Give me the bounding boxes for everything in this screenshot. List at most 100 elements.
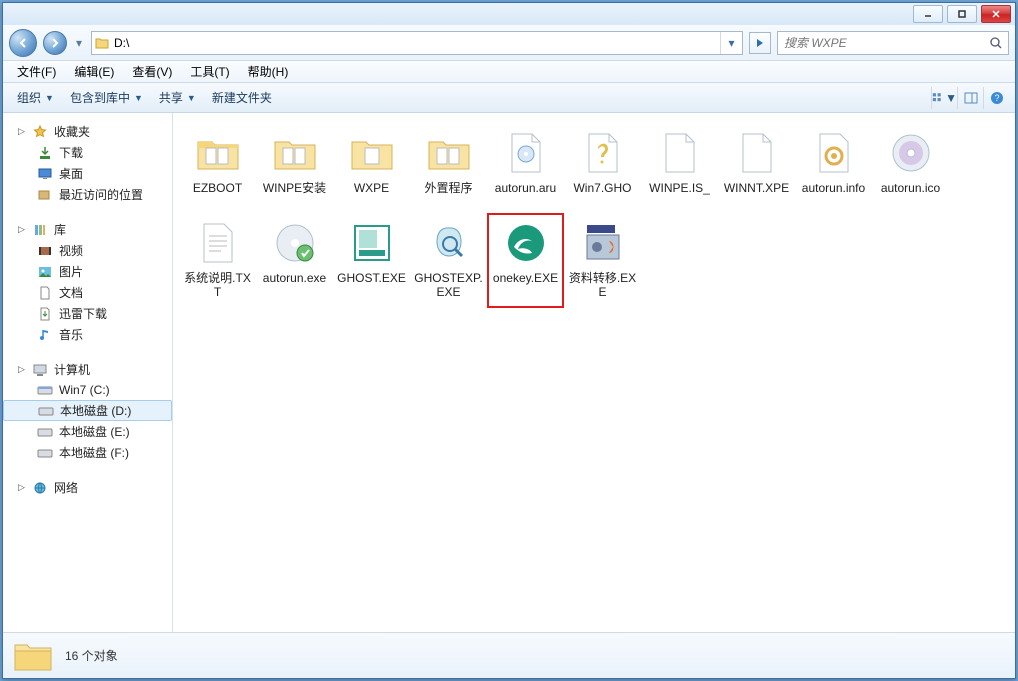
forward-button[interactable] xyxy=(43,31,67,55)
status-bar: 16 个对象 xyxy=(3,632,1015,678)
address-input[interactable] xyxy=(112,32,720,54)
file-item-autorun-exe[interactable]: autorun.exe xyxy=(256,213,333,308)
sidebar-item-xunlei[interactable]: 迅雷下载 xyxy=(3,303,172,324)
disc-icon xyxy=(887,129,935,177)
sidebar-item-video[interactable]: 视频 xyxy=(3,240,172,261)
file-item-win7-gho[interactable]: Win7.GHO xyxy=(564,123,641,213)
drive-icon xyxy=(37,424,53,440)
libraries-group: ▷ 库 视频 图片 文档 迅雷下载 音乐 xyxy=(3,219,172,345)
file-item-autorun-inf[interactable]: autorun.info xyxy=(795,123,872,213)
view-options-button[interactable]: ▼ xyxy=(931,87,957,109)
folder-icon xyxy=(425,129,473,177)
share-button[interactable]: 共享▼ xyxy=(151,85,204,110)
music-icon xyxy=(37,327,53,343)
file-item-ghost-exe[interactable]: GHOST.EXE xyxy=(333,213,410,308)
network-header[interactable]: ▷ 网络 xyxy=(3,477,172,498)
xunlei-icon xyxy=(37,306,53,322)
file-item-winpe-is[interactable]: WINPE.IS_ xyxy=(641,123,718,213)
exe-icon xyxy=(502,219,550,267)
close-button[interactable] xyxy=(981,5,1011,23)
minimize-button[interactable] xyxy=(913,5,943,23)
sidebar-item-drive-e[interactable]: 本地磁盘 (E:) xyxy=(3,421,172,442)
search-input[interactable] xyxy=(778,36,984,50)
folder-icon xyxy=(271,129,319,177)
menu-bar: 文件(F) 编辑(E) 查看(V) 工具(T) 帮助(H) xyxy=(3,61,1015,83)
body: ▷ 收藏夹 下载 桌面 最近访问的位置 ▷ 库 视频 图片 文档 迅雷下载 音乐 xyxy=(3,113,1015,632)
computer-header[interactable]: ▷ 计算机 xyxy=(3,359,172,380)
file-item-autorun-aru[interactable]: autorun.aru xyxy=(487,123,564,213)
folder-icon xyxy=(13,638,53,674)
sidebar-item-drive-d[interactable]: 本地磁盘 (D:) xyxy=(3,400,172,421)
file-icon xyxy=(733,129,781,177)
status-text: 16 个对象 xyxy=(65,647,118,664)
file-item-ezboot[interactable]: EZBOOT xyxy=(179,123,256,213)
documents-icon xyxy=(37,285,53,301)
sidebar-item-music[interactable]: 音乐 xyxy=(3,324,172,345)
exe-icon xyxy=(271,219,319,267)
refresh-button[interactable] xyxy=(749,32,771,54)
file-item-winpe-install[interactable]: WINPE安装 xyxy=(256,123,333,213)
desktop-icon xyxy=(37,166,53,182)
search-icon[interactable] xyxy=(984,36,1008,50)
help-button[interactable]: ? xyxy=(983,87,1009,109)
history-dropdown[interactable]: ▾ xyxy=(73,36,85,50)
sidebar-item-desktop[interactable]: 桌面 xyxy=(3,163,172,184)
download-icon xyxy=(37,145,53,161)
nav-row: ▾ ▾ xyxy=(3,25,1015,61)
file-item-winnt-xpe[interactable]: WINNT.XPE xyxy=(718,123,795,213)
file-item-readme-txt[interactable]: 系统说明.TXT xyxy=(179,213,256,308)
file-icon xyxy=(502,129,550,177)
exe-icon xyxy=(348,219,396,267)
titlebar xyxy=(3,3,1015,25)
address-dropdown[interactable]: ▾ xyxy=(720,32,742,54)
file-item-wxpe[interactable]: WXPE xyxy=(333,123,410,213)
explorer-window: ▾ ▾ 文件(F) 编辑(E) 查看(V) 工具(T) 帮助(H) 组织▼ 包含… xyxy=(2,2,1016,679)
sidebar-item-pictures[interactable]: 图片 xyxy=(3,261,172,282)
file-item-external[interactable]: 外置程序 xyxy=(410,123,487,213)
computer-label: 计算机 xyxy=(54,361,90,378)
menu-help[interactable]: 帮助(H) xyxy=(240,61,297,82)
sidebar-item-drive-c[interactable]: Win7 (C:) xyxy=(3,380,172,400)
menu-view[interactable]: 查看(V) xyxy=(124,61,180,82)
file-item-ghostexp-exe[interactable]: GHOSTEXP.EXE xyxy=(410,213,487,308)
search-box xyxy=(777,31,1009,55)
file-item-data-transfer-exe[interactable]: 资料转移.EXE xyxy=(564,213,641,308)
file-item-autorun-ico[interactable]: autorun.ico xyxy=(872,123,949,213)
folder-icon xyxy=(348,129,396,177)
folder-icon xyxy=(92,37,112,49)
sidebar-item-recent[interactable]: 最近访问的位置 xyxy=(3,184,172,205)
settings-icon xyxy=(810,129,858,177)
file-icon xyxy=(656,129,704,177)
menu-file[interactable]: 文件(F) xyxy=(9,61,64,82)
text-icon xyxy=(194,219,242,267)
sidebar-item-downloads[interactable]: 下载 xyxy=(3,142,172,163)
recent-icon xyxy=(37,187,53,203)
network-group: ▷ 网络 xyxy=(3,477,172,498)
menu-edit[interactable]: 编辑(E) xyxy=(66,61,122,82)
favorites-group: ▷ 收藏夹 下载 桌面 最近访问的位置 xyxy=(3,121,172,205)
drive-icon xyxy=(38,403,54,419)
sidebar-item-drive-f[interactable]: 本地磁盘 (F:) xyxy=(3,442,172,463)
menu-tools[interactable]: 工具(T) xyxy=(182,61,237,82)
organize-button[interactable]: 组织▼ xyxy=(9,85,62,110)
include-in-library-button[interactable]: 包含到库中▼ xyxy=(62,85,151,110)
file-list: EZBOOT WINPE安装 WXPE 外置程序 autorun.aru xyxy=(173,113,1015,632)
star-icon xyxy=(32,124,48,140)
new-folder-button[interactable]: 新建文件夹 xyxy=(204,85,280,110)
sidebar-item-documents[interactable]: 文档 xyxy=(3,282,172,303)
maximize-button[interactable] xyxy=(947,5,977,23)
favorites-header[interactable]: ▷ 收藏夹 xyxy=(3,121,172,142)
navigation-pane: ▷ 收藏夹 下载 桌面 最近访问的位置 ▷ 库 视频 图片 文档 迅雷下载 音乐 xyxy=(3,113,173,632)
svg-text:?: ? xyxy=(994,93,999,103)
back-button[interactable] xyxy=(9,29,37,57)
address-bar: ▾ xyxy=(91,31,743,55)
preview-pane-button[interactable] xyxy=(957,87,983,109)
libraries-header[interactable]: ▷ 库 xyxy=(3,219,172,240)
favorites-label: 收藏夹 xyxy=(54,123,90,140)
folder-icon xyxy=(194,129,242,177)
file-item-onekey-exe[interactable]: onekey.EXE xyxy=(487,213,564,308)
video-icon xyxy=(37,243,53,259)
exe-icon xyxy=(425,219,473,267)
drive-icon xyxy=(37,382,53,398)
exe-icon xyxy=(579,219,627,267)
